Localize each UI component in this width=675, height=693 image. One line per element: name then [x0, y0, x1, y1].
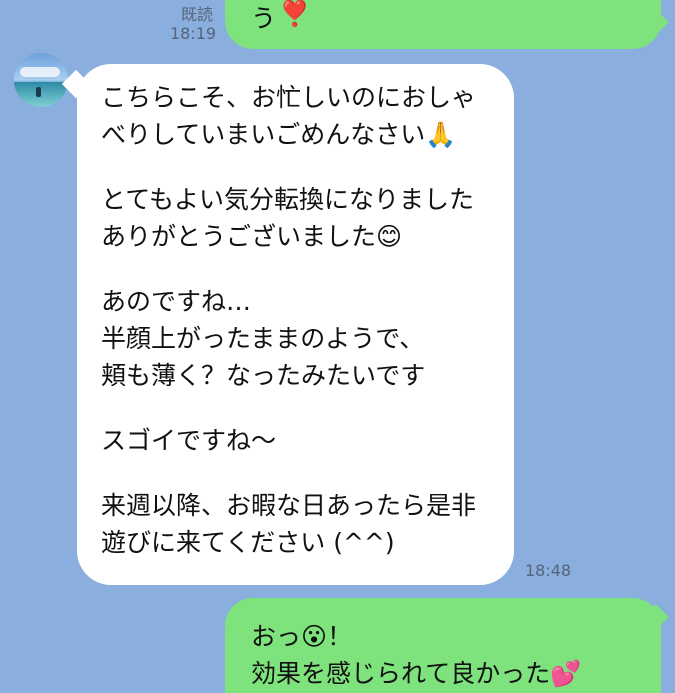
message-line: とてもよい気分転換になりました [101, 185, 475, 214]
avatar-sea [14, 82, 68, 107]
two-hearts-icon: 💕 [550, 659, 582, 688]
message-line-text: おっ [251, 622, 302, 651]
contact-avatar[interactable] [14, 53, 68, 107]
chat-screen: う ❣️ 既読 18:19 こちらこそ、お忙しいのにおしゃ べりしていまいごめん… [0, 0, 675, 693]
message-line: スゴイですね〜 [101, 426, 277, 455]
praying-hands-icon: 🙏 [425, 120, 457, 149]
message-line-suffix: ！ [327, 622, 353, 651]
message-line: あのですね… [101, 287, 252, 316]
message-line-text: ありがとうございました [101, 222, 377, 251]
message-line: 頬も薄く？なったみたいです [101, 361, 426, 390]
message-line-text: 効果を感じられて良かった [251, 659, 551, 688]
heart-exclamation-icon: ❣️ [279, 0, 311, 28]
message-text: う [251, 4, 277, 33]
message-line-text: べりしていまいごめんなさい [101, 120, 426, 149]
message-time: 18:48 [525, 561, 572, 580]
message-line: 遊びに来てください (^^) [101, 528, 395, 557]
message-line: おっ😮！ [251, 618, 661, 655]
outgoing-message-previous[interactable]: う ❣️ [225, 0, 661, 49]
surprised-face-icon: 😮 [301, 622, 328, 651]
incoming-message[interactable]: こちらこそ、お忙しいのにおしゃ べりしていまいごめんなさい🙏 とてもよい気分転換… [77, 64, 514, 585]
message-line: べりしていまいごめんなさい🙏 [101, 116, 514, 153]
read-receipt: 既読 [181, 5, 214, 24]
avatar-figure [36, 87, 41, 97]
message-time: 18:19 [170, 24, 217, 43]
message-line: ありがとうございました😊 [101, 218, 514, 255]
outgoing-message-current[interactable]: おっ😮！ 効果を感じられて良かった💕 [225, 598, 661, 693]
message-line: こちらこそ、お忙しいのにおしゃ [101, 83, 477, 112]
message-line: 半顔上がったままのようで、 [101, 324, 425, 353]
message-line: 効果を感じられて良かった💕 [251, 655, 661, 692]
message-line: 来週以降、お暇な日あったら是非 [101, 491, 477, 520]
avatar-cloud [20, 67, 60, 77]
smiling-face-icon: 😊 [376, 222, 403, 251]
